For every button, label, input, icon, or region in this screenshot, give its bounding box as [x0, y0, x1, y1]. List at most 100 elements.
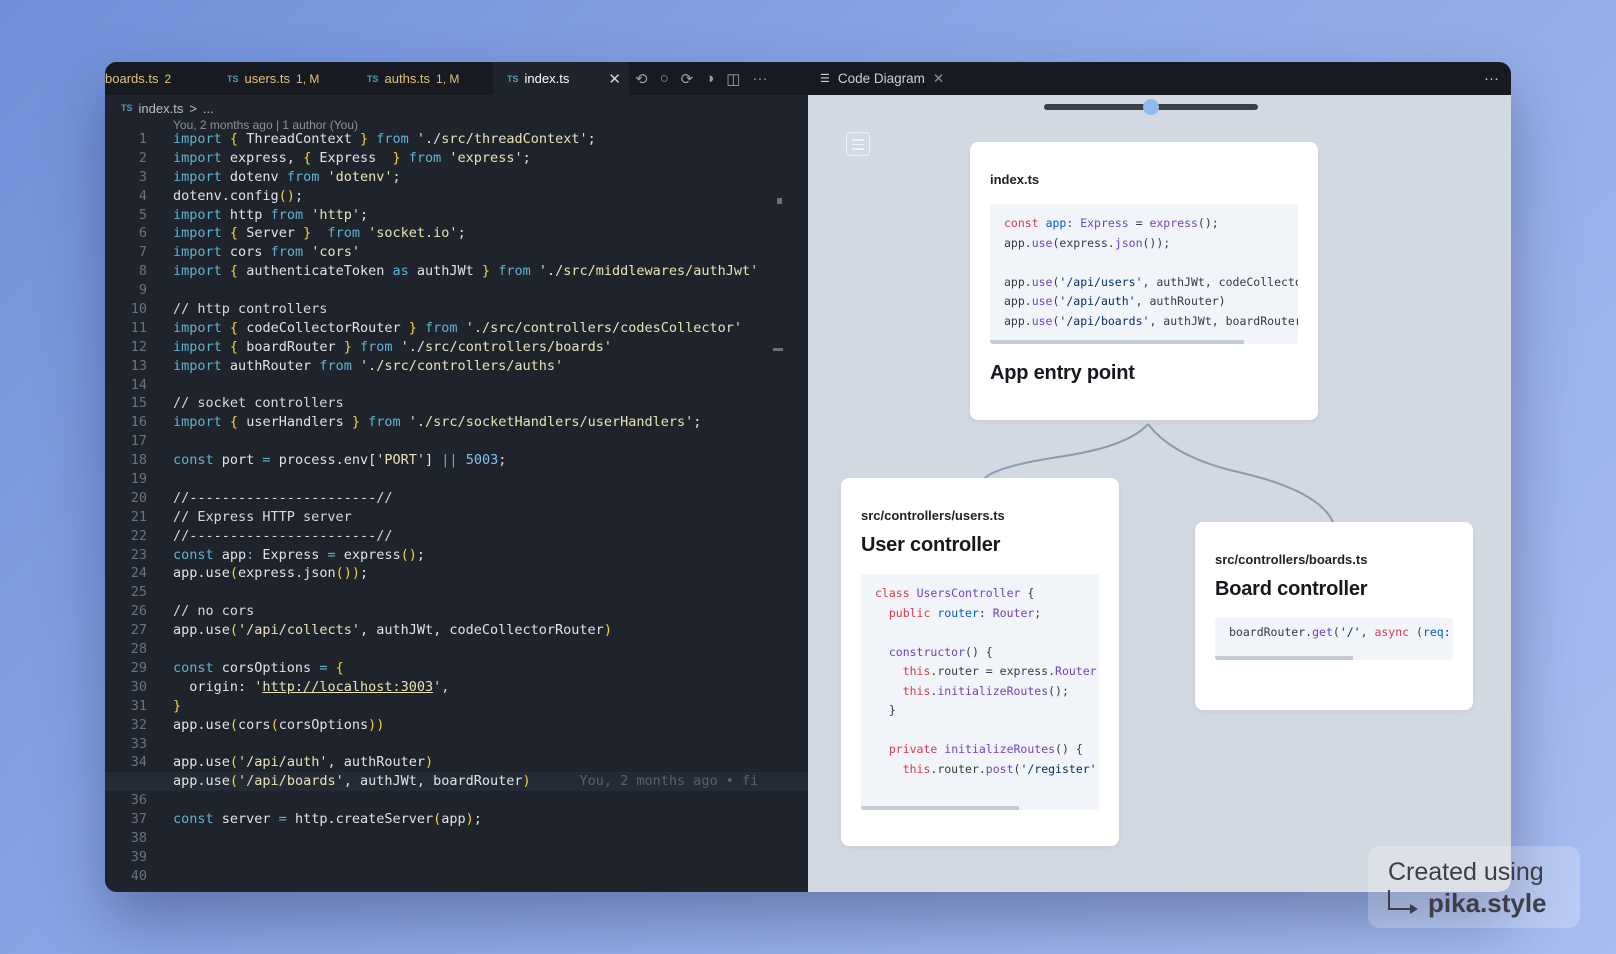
breadcrumb-file[interactable]: index.ts: [139, 101, 184, 116]
line-number: 31: [130, 697, 147, 714]
tab-index-label: index.ts: [524, 71, 570, 86]
code-line: // http controllers: [173, 301, 328, 318]
tab-boards[interactable]: boards.ts 2: [105, 62, 217, 95]
tab-auths-label: auths.ts: [384, 71, 431, 86]
tab-boards-problems: 2: [164, 71, 172, 86]
node-path: index.ts: [990, 172, 1040, 187]
node-title: App entry point: [990, 362, 1135, 384]
code-line: import { Server } from 'socket.io';: [173, 225, 466, 242]
line-number: 3: [138, 168, 147, 185]
code-line: import { ThreadContext } from './src/thr…: [173, 131, 596, 147]
code-content[interactable]: import { ThreadContext } from './src/thr…: [105, 130, 808, 886]
tab-auths-status: 1, M: [436, 71, 460, 86]
code-line: // no cors: [173, 603, 255, 620]
typescript-icon: TS: [227, 73, 239, 84]
snippet-scrollbar[interactable]: [1215, 656, 1353, 660]
line-number: 14: [130, 376, 147, 393]
line-number: 8: [138, 263, 147, 280]
snippet-scrollbar[interactable]: [990, 340, 1244, 344]
breadcrumb-separator: >: [189, 100, 197, 116]
watermark-line1: Created using: [1388, 858, 1544, 886]
code-line: app.use(cors(corsOptions)): [173, 716, 385, 733]
code-line: const corsOptions = {: [173, 659, 344, 676]
line-number: 9: [138, 282, 147, 299]
inline-blame: You, 2 months ago • fi: [579, 773, 759, 790]
tab-index[interactable]: TS index.ts ✕: [493, 62, 629, 95]
watermark-line2: pika.style: [1428, 888, 1547, 918]
line-number: 29: [130, 659, 147, 676]
tab-auths[interactable]: TS auths.ts 1, M: [353, 62, 499, 95]
scrollbar-marker[interactable]: [773, 348, 783, 351]
code-line: // socket controllers: [173, 395, 344, 412]
line-number: 39: [130, 848, 147, 865]
node-path: src/controllers/boards.ts: [1215, 552, 1368, 567]
line-number: 15: [130, 395, 147, 412]
line-number: 17: [130, 433, 147, 450]
code-line: origin: 'http://localhost:3003',: [173, 678, 450, 695]
node-users[interactable]: src/controllers/users.ts User controller…: [841, 478, 1119, 846]
line-number: 2: [138, 149, 147, 166]
close-icon[interactable]: ✕: [608, 70, 621, 88]
tab-users-label: users.ts: [244, 71, 291, 86]
code-line: //-----------------------//: [173, 489, 393, 506]
node-title: User controller: [861, 534, 1001, 556]
code-line: import express, { Express } from 'expres…: [173, 149, 531, 166]
code-line: app.use(express.json());: [173, 565, 369, 582]
editor-tab-bar: boards.ts 2 TS users.ts 1, M TS auths.ts…: [105, 62, 808, 95]
node-boards[interactable]: src/controllers/boards.ts Board controll…: [1195, 522, 1473, 710]
watermark-badge[interactable]: Created using pika.style: [1368, 846, 1580, 928]
line-number: 10: [130, 301, 147, 318]
editor-actions: ⟲ ○ ⟳ ◑ ◫ ···: [635, 62, 767, 95]
line-number: 40: [130, 867, 147, 884]
go-forward-icon[interactable]: ⟳: [681, 70, 694, 88]
split-editor-icon[interactable]: ◫: [726, 70, 740, 88]
line-number: 21: [130, 508, 147, 525]
more-icon[interactable]: ···: [752, 70, 767, 87]
line-number: 20: [130, 489, 147, 506]
tab-users[interactable]: TS users.ts 1, M: [213, 62, 359, 95]
line-number: 4: [138, 187, 147, 204]
code-line: const server = http.createServer(app);: [173, 811, 482, 828]
code-line: //-----------------------//: [173, 527, 393, 544]
line-number: 1: [138, 131, 147, 147]
line-number: 26: [130, 603, 147, 620]
code-line: app.use('/api/auth', authRouter): [173, 754, 434, 771]
code-snippet: const app: Express = express(); app.use(…: [990, 204, 1298, 344]
node-title: Board controller: [1215, 578, 1368, 600]
snippet-scrollbar[interactable]: [861, 806, 1019, 810]
scrollbar-marker[interactable]: [777, 198, 782, 204]
typescript-icon: TS: [507, 73, 519, 84]
node-path: src/controllers/users.ts: [861, 508, 1005, 523]
compare-icon[interactable]: ◑: [705, 70, 714, 87]
code-diagram-panel: ☰ Code Diagram ✕ ··· index.ts const app:…: [808, 62, 1511, 892]
typescript-icon: TS: [121, 103, 133, 113]
code-line: import authRouter from './src/controller…: [173, 357, 564, 374]
line-number: 6: [138, 225, 147, 242]
code-snippet: class UsersController { public router: R…: [861, 574, 1099, 810]
line-number: 30: [130, 678, 147, 695]
line-number: 36: [130, 792, 147, 809]
breadcrumb-rest[interactable]: ...: [203, 101, 214, 116]
line-number: 22: [130, 527, 147, 544]
node-index[interactable]: index.ts const app: Express = express();…: [970, 142, 1318, 420]
code-line-current: app.use('/api/boards', authJWt, boardRou…: [105, 772, 808, 792]
tab-users-status: 1, M: [296, 71, 320, 86]
connector-edge: [982, 423, 1149, 481]
line-number: 23: [130, 546, 147, 563]
code-line: import { userHandlers } from './src/sock…: [173, 414, 702, 431]
line-number: 25: [130, 584, 147, 601]
line-number: 11: [130, 319, 147, 336]
go-back-icon[interactable]: ⟲: [635, 70, 648, 88]
code-editor[interactable]: boards.ts 2 TS users.ts 1, M TS auths.ts…: [105, 62, 808, 892]
timeline-icon[interactable]: ○: [660, 70, 669, 87]
line-number: 13: [130, 357, 147, 374]
line-number: 28: [130, 641, 147, 658]
line-number: 24: [130, 565, 147, 582]
